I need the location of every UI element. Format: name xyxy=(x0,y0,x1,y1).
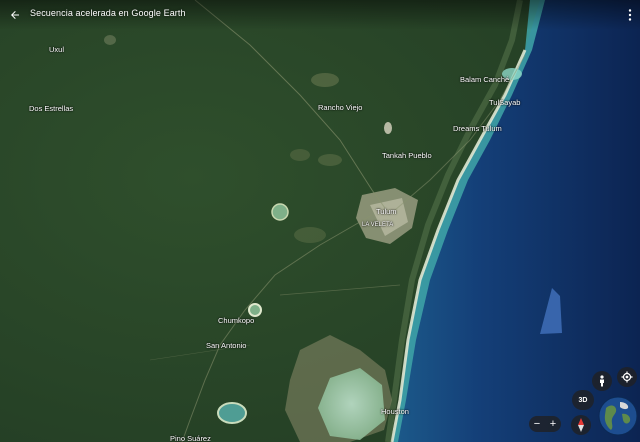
place-label-tankah-pueblo[interactable]: Tankah Pueblo xyxy=(382,151,432,160)
zoom-controls: − + xyxy=(529,416,561,432)
compass-button[interactable] xyxy=(571,415,591,435)
back-button[interactable] xyxy=(6,6,24,24)
3d-toggle-button[interactable]: 3D xyxy=(572,390,594,410)
place-label-dos-estrellas[interactable]: Dos Estrellas xyxy=(29,104,73,113)
place-label-houston[interactable]: Houston xyxy=(381,407,409,416)
place-label-san-antonio[interactable]: San Antonio xyxy=(206,341,246,350)
place-label-tulum[interactable]: Tulum xyxy=(376,207,397,216)
place-label-tulsayab[interactable]: TulSayab xyxy=(489,98,520,107)
place-label-rancho-viejo[interactable]: Rancho Viejo xyxy=(318,103,362,112)
street-view-icon xyxy=(600,375,604,387)
place-label-chumkopo[interactable]: Chumkopo xyxy=(218,316,254,325)
satellite-map[interactable] xyxy=(0,0,640,442)
arrow-left-icon xyxy=(11,11,19,19)
my-location-icon xyxy=(621,371,633,383)
place-label-balam-canche[interactable]: Balam Canché xyxy=(460,75,509,84)
globe-icon[interactable] xyxy=(598,396,638,436)
place-label-la-veleta[interactable]: LA VELETA xyxy=(362,222,393,228)
cenote xyxy=(248,303,262,317)
place-label-cut-bottom[interactable]: Pino Suárez xyxy=(170,434,211,442)
more-vert-icon xyxy=(628,9,632,21)
page-title: Secuencia acelerada en Google Earth xyxy=(30,8,186,18)
my-location-button[interactable] xyxy=(617,367,637,387)
place-label-uxul[interactable]: Uxul xyxy=(49,45,64,54)
zoom-in-button[interactable]: + xyxy=(545,416,561,432)
cenote xyxy=(217,402,247,424)
map-viewport[interactable]: Secuencia acelerada en Google Earth Uxul… xyxy=(0,0,640,442)
cenote xyxy=(271,203,289,221)
zoom-out-button[interactable]: − xyxy=(529,416,545,432)
place-label-dreams-tulum[interactable]: Dreams Tulum xyxy=(453,124,502,133)
street-view-button[interactable] xyxy=(592,371,612,391)
compass-icon xyxy=(578,418,584,432)
more-options-button[interactable] xyxy=(624,6,636,24)
